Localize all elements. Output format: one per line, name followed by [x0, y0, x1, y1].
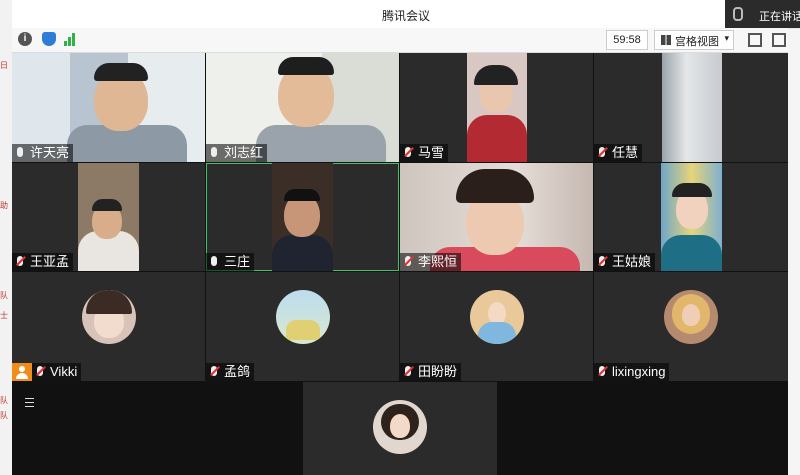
microphone-icon	[211, 256, 217, 266]
participant-name-tag: 王姑娘	[594, 253, 656, 271]
microphone-muted-icon	[17, 256, 23, 266]
meeting-timer: 59:58	[606, 30, 648, 50]
video-feed	[662, 53, 722, 162]
person-icon	[12, 363, 32, 381]
meeting-toolbar: i 59:58 宫格视图 ▾	[12, 28, 788, 53]
view-mode-label: 宫格视图	[675, 36, 719, 48]
participant-tile[interactable]: 任慧	[594, 53, 788, 162]
screen-area	[12, 382, 302, 475]
participant-name-tag: 田盼盼	[400, 363, 462, 381]
info-icon[interactable]: i	[18, 32, 32, 46]
microphone-muted-icon	[405, 256, 411, 266]
participant-tile[interactable]: 王亚孟	[12, 163, 205, 271]
title-bar: 腾讯会议 正在讲话:	[12, 0, 800, 29]
grid-view-icon	[661, 35, 671, 45]
chevron-down-icon: ▾	[724, 33, 729, 43]
participant-tile[interactable]	[303, 382, 497, 475]
microphone-icon	[211, 147, 217, 157]
participant-name-tag: Vikki	[32, 363, 82, 381]
video-grid: 许天亮 刘志红 马雪 任慧 王亚孟 三庄 李熙恒 王姑娘 Vikki 孟鸽 田盼…	[12, 53, 788, 475]
avatar	[276, 290, 330, 344]
participant-tile[interactable]: 刘志红	[206, 53, 399, 162]
background-window-right	[788, 28, 800, 475]
participant-tile[interactable]: lixingxing	[594, 272, 788, 381]
participant-tile[interactable]: 王姑娘	[594, 163, 788, 271]
participant-tile[interactable]: 许天亮	[12, 53, 205, 162]
shield-icon[interactable]	[42, 32, 56, 46]
microphone-muted-icon	[599, 366, 605, 376]
participant-tile[interactable]: Vikki	[12, 272, 205, 381]
microphone-muted-icon	[599, 256, 605, 266]
window-title: 腾讯会议	[381, 9, 430, 23]
participant-name-tag: lixingxing	[594, 363, 670, 381]
avatar	[82, 290, 136, 344]
participant-tile[interactable]: 李熙恒	[400, 163, 593, 271]
participant-name-tag: 刘志红	[206, 144, 268, 162]
participant-tile[interactable]: 马雪	[400, 53, 593, 162]
microphone-muted-icon	[211, 366, 217, 376]
fullscreen-icon[interactable]	[748, 33, 762, 47]
microphone-muted-icon	[37, 366, 43, 376]
participant-name-tag: 许天亮	[12, 144, 74, 162]
participant-name-tag: 马雪	[400, 144, 449, 162]
participant-tile-active-speaker[interactable]: 三庄	[206, 163, 399, 271]
screen-area	[498, 382, 788, 475]
participant-name-tag: 李熙恒	[400, 253, 462, 271]
menu-icon[interactable]	[22, 398, 34, 408]
speaking-label: 正在讲话:	[759, 11, 800, 23]
avatar	[664, 290, 718, 344]
microphone-muted-icon	[599, 147, 605, 157]
view-mode-dropdown[interactable]: 宫格视图 ▾	[654, 30, 734, 50]
participant-name-tag: 任慧	[594, 144, 643, 162]
microphone-muted-icon	[405, 147, 411, 157]
avatar	[373, 400, 427, 454]
signal-icon[interactable]	[64, 32, 78, 46]
participant-name-tag: 三庄	[206, 253, 255, 271]
participant-tile[interactable]: 孟鸽	[206, 272, 399, 381]
participant-tile[interactable]: 田盼盼	[400, 272, 593, 381]
participant-name-tag: 王亚孟	[12, 253, 74, 271]
sidebar-toggle-icon[interactable]	[772, 33, 786, 47]
microphone-icon	[733, 7, 743, 21]
participant-name-tag: 孟鸽	[206, 363, 255, 381]
microphone-icon	[17, 147, 23, 157]
avatar	[470, 290, 524, 344]
speaking-indicator: 正在讲话:	[725, 0, 800, 28]
microphone-muted-icon	[405, 366, 411, 376]
